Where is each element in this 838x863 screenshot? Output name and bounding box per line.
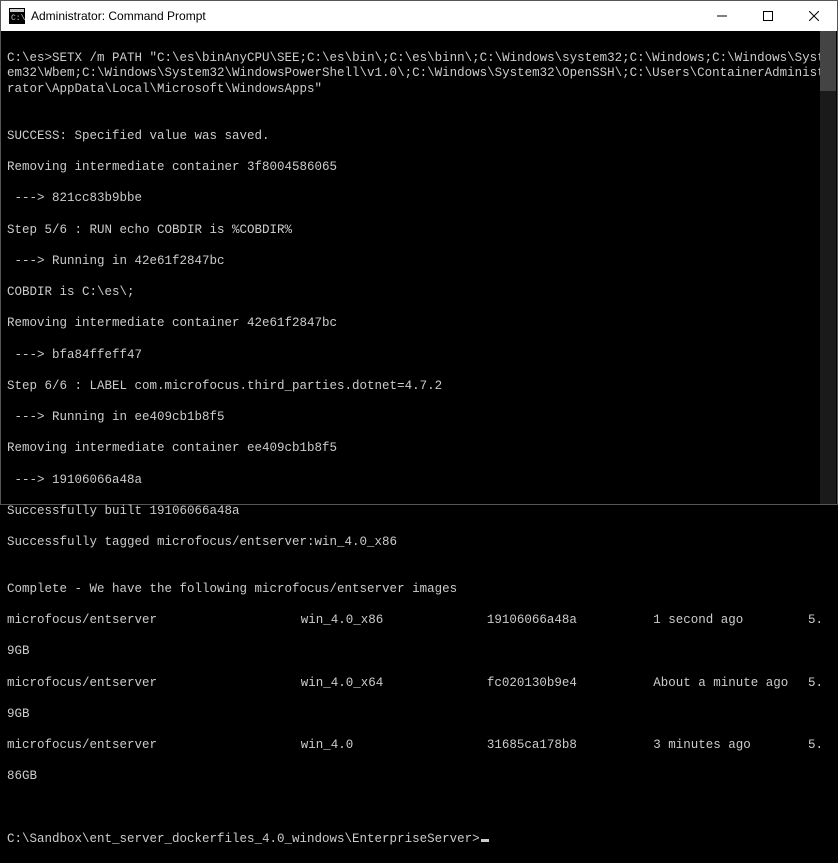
- svg-text:C:\: C:\: [11, 14, 25, 23]
- image-size-partial: 5.: [808, 613, 831, 629]
- image-repo: microfocus/entserver: [7, 676, 301, 692]
- image-repo: microfocus/entserver: [7, 738, 301, 754]
- cursor: [481, 839, 489, 842]
- command-text: SETX /m PATH "C:\es\binAnyCPU\SEE;C:\es\…: [7, 51, 825, 96]
- prompt: C:\es>: [7, 51, 52, 65]
- output-line: Removing intermediate container 42e61f28…: [7, 316, 831, 332]
- titlebar: C:\ Administrator: Command Prompt: [1, 1, 837, 31]
- output-line: ---> 821cc83b9bbe: [7, 191, 831, 207]
- scrollbar-thumb[interactable]: [820, 31, 836, 91]
- output-line: Step 6/6 : LABEL com.microfocus.third_pa…: [7, 379, 831, 395]
- output-line: ---> 19106066a48a: [7, 473, 831, 489]
- output-line: Removing intermediate container 3f800458…: [7, 160, 831, 176]
- cmd-icon: C:\: [9, 8, 25, 24]
- image-id: 31685ca178b8: [487, 738, 653, 754]
- image-row: microfocus/entserverwin_4.031685ca178b83…: [7, 738, 831, 754]
- image-repo: microfocus/entserver: [7, 613, 301, 629]
- close-button[interactable]: [791, 1, 837, 31]
- image-created: 1 second ago: [653, 613, 808, 629]
- output-line: Step 5/6 : RUN echo COBDIR is %COBDIR%: [7, 223, 831, 239]
- output-line: ---> Running in ee409cb1b8f5: [7, 410, 831, 426]
- output-line: [7, 801, 831, 817]
- output-line: ---> bfa84ffeff47: [7, 348, 831, 364]
- image-tag: win_4.0: [301, 738, 487, 754]
- output-line: SUCCESS: Specified value was saved.: [7, 129, 831, 145]
- image-size-wrap: 9GB: [7, 644, 831, 660]
- image-size-wrap: 9GB: [7, 707, 831, 723]
- image-row: microfocus/entserverwin_4.0_x64fc020130b…: [7, 676, 831, 692]
- image-tag: win_4.0_x64: [301, 676, 487, 692]
- minimize-button[interactable]: [699, 1, 745, 31]
- output-line: COBDIR is C:\es\;: [7, 285, 831, 301]
- output-line: Complete - We have the following microfo…: [7, 582, 831, 598]
- image-size-partial: 5.: [808, 676, 831, 692]
- maximize-button[interactable]: [745, 1, 791, 31]
- image-row: microfocus/entserverwin_4.0_x8619106066a…: [7, 613, 831, 629]
- image-created: 3 minutes ago: [653, 738, 808, 754]
- image-size-partial: 5.: [808, 738, 831, 754]
- window-controls: [699, 1, 837, 31]
- image-id: fc020130b9e4: [487, 676, 653, 692]
- image-tag: win_4.0_x86: [301, 613, 487, 629]
- output-line: ---> Running in 42e61f2847bc: [7, 254, 831, 270]
- image-id: 19106066a48a: [487, 613, 653, 629]
- prompt: C:\Sandbox\ent_server_dockerfiles_4.0_wi…: [7, 832, 480, 846]
- image-size-wrap: 86GB: [7, 769, 831, 785]
- output-line: Removing intermediate container ee409cb1…: [7, 441, 831, 457]
- output-line: Successfully built 19106066a48a: [7, 504, 831, 520]
- output-line: Successfully tagged microfocus/entserver…: [7, 535, 831, 551]
- image-created: About a minute ago: [653, 676, 808, 692]
- terminal-output[interactable]: C:\es>SETX /m PATH "C:\es\binAnyCPU\SEE;…: [1, 31, 837, 504]
- scrollbar[interactable]: [820, 31, 836, 504]
- window-title: Administrator: Command Prompt: [31, 9, 699, 23]
